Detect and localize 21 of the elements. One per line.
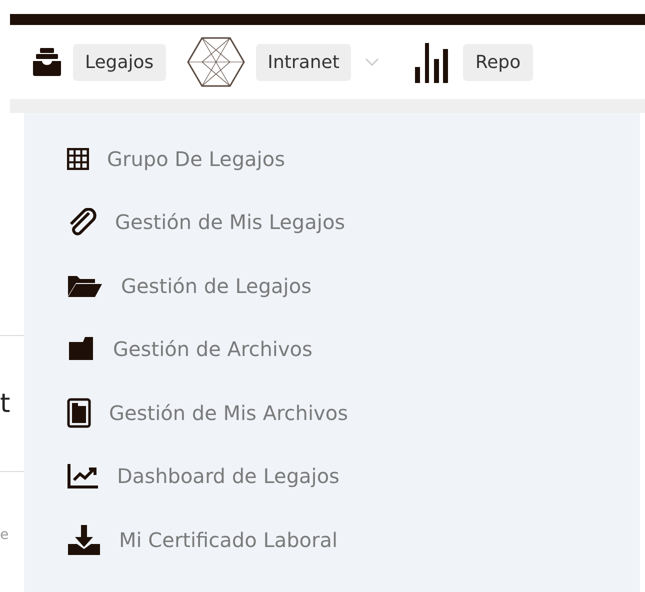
folder-open-icon: [67, 274, 103, 298]
menu-item[interactable]: Grupo De Legajos: [107, 146, 286, 171]
menu-item[interactable]: Gestión de Legajos: [121, 274, 312, 298]
menu-item[interactable]: Gestión de Archivos: [113, 337, 312, 362]
download-icon: [67, 524, 101, 556]
partial-text: t: [0, 391, 12, 417]
menu-item[interactable]: Gestión de Mis Legajos: [115, 210, 346, 234]
folder-icon: [67, 336, 95, 362]
menu-item[interactable]: Mi Certificado Laboral: [119, 528, 338, 552]
menu-item[interactable]: Dashboard de Legajos: [117, 464, 340, 488]
grid-icon: [67, 148, 89, 170]
partial-text: e: [0, 528, 10, 542]
line-chart-icon: [67, 463, 99, 490]
nav-link[interactable]: Intranet: [256, 44, 352, 80]
nav-link[interactable]: Legajos: [73, 44, 166, 80]
hexagon-logo-icon[interactable]: [186, 36, 246, 88]
document-icon: [67, 398, 91, 428]
paperclip-icon: [67, 208, 97, 236]
archive-icon[interactable]: [31, 46, 63, 78]
menu-item[interactable]: Gestión de Mis Archivos: [109, 400, 348, 425]
nav-link[interactable]: Repo: [463, 44, 533, 80]
